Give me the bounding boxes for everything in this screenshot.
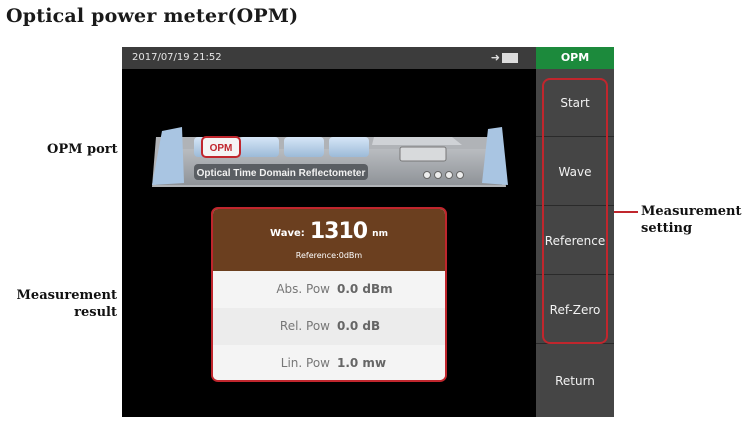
abs-power-label: Abs. Pow	[276, 282, 330, 296]
measurement-setting-highlight	[542, 78, 608, 344]
rel-power-row: Rel. Pow 0.0 dB	[213, 308, 445, 345]
device-display	[399, 146, 447, 162]
wave-value: 1310	[309, 219, 368, 244]
page-title: Optical power meter(OPM)	[6, 5, 299, 27]
device-screen: 2017/07/19 21:52 ➜ Optical Time Domain R…	[122, 47, 614, 417]
lin-power-value: 1.0 mw	[337, 356, 387, 370]
port-cap-2	[239, 137, 279, 157]
wave-label: Wave:	[270, 228, 305, 239]
annotation-opm-port: OPM port	[47, 142, 118, 157]
lin-power-label: Lin. Pow	[280, 356, 330, 370]
annotation-measurement-setting-line2: setting	[641, 221, 693, 236]
menu-title: OPM	[536, 47, 614, 69]
return-button[interactable]: Return	[536, 345, 614, 417]
device-button-1	[423, 171, 431, 179]
measurement-result-panel: Wave: 1310 nm Reference:0dBm Abs. Pow 0.…	[211, 207, 447, 382]
device-name: Optical Time Domain Reflectometer	[197, 168, 366, 179]
rel-power-label: Rel. Pow	[279, 319, 330, 333]
abs-power-row: Abs. Pow 0.0 dBm	[213, 271, 445, 308]
otdr-device-illustration: Optical Time Domain Reflectometer OPM	[152, 127, 508, 187]
wave-row: Wave: 1310 nm	[213, 219, 445, 244]
top-module	[372, 137, 462, 145]
opm-port-label: OPM	[210, 143, 233, 154]
rel-power-value: 0.0 dB	[337, 319, 381, 333]
annotation-measurement-result-line2: result	[74, 305, 117, 320]
annotation-measurement-setting: Measurement setting	[641, 203, 741, 237]
annotation-measurement-result-line1: Measurement	[16, 288, 117, 303]
wave-display: Wave: 1310 nm Reference:0dBm	[213, 209, 445, 271]
abs-power-value: 0.0 dBm	[337, 282, 393, 296]
device-button-4	[456, 171, 464, 179]
annotation-measurement-setting-line1: Measurement	[641, 204, 742, 219]
annotation-measurement-result: Measurement result	[15, 287, 117, 321]
device-button-3	[445, 171, 453, 179]
port-cap-3	[284, 137, 324, 157]
lin-power-row: Lin. Pow 1.0 mw	[213, 345, 445, 380]
wave-unit: nm	[372, 229, 388, 239]
right-handle	[482, 127, 508, 185]
port-cap-4	[329, 137, 369, 157]
reference-value: Reference:0dBm	[295, 251, 363, 260]
device-button-2	[434, 171, 442, 179]
